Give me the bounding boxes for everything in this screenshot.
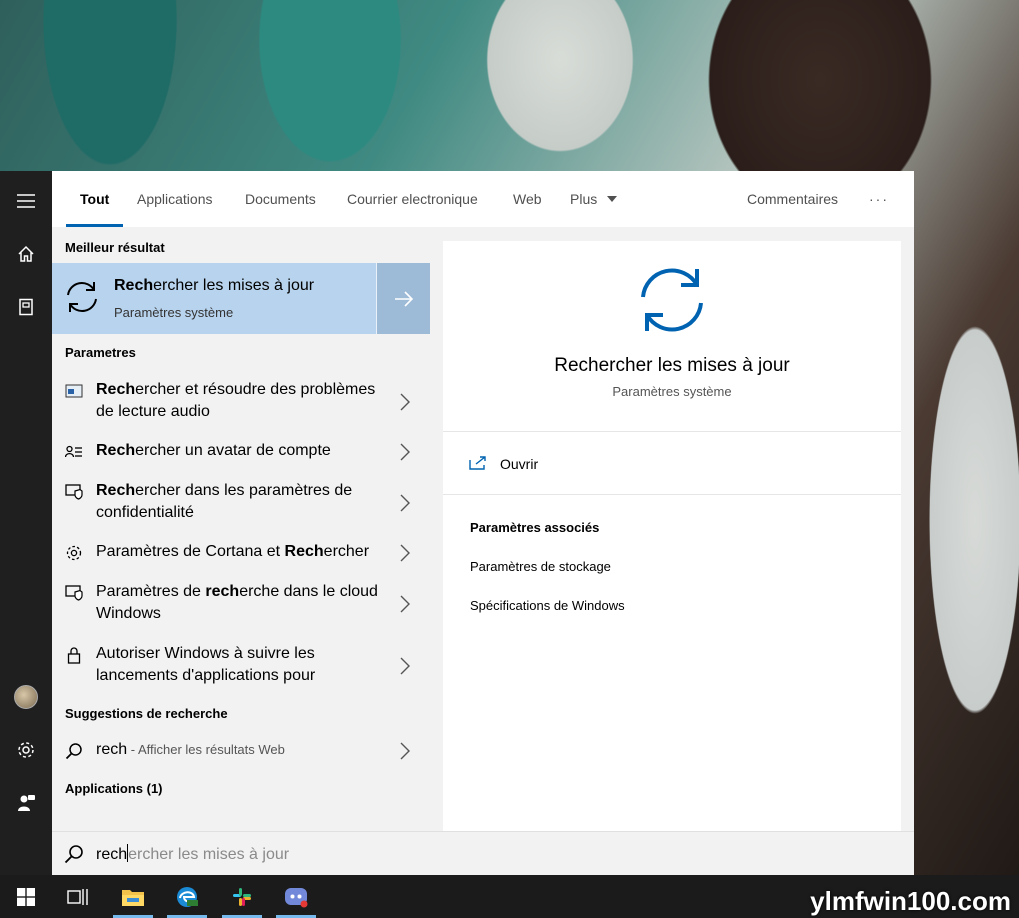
preview-subtitle: Paramètres système	[612, 384, 732, 399]
search-box[interactable]: rechercher les mises à jour	[52, 831, 914, 876]
best-result-item[interactable]: Rechercher les mises à jour Paramètres s…	[52, 263, 430, 334]
hamburger-menu-icon[interactable]	[0, 183, 52, 219]
slack-icon[interactable]	[218, 875, 266, 918]
chevron-right-icon	[398, 441, 412, 463]
taskbar: ylmfwin100.com	[0, 875, 1019, 918]
best-result-title-match: Rech	[114, 277, 154, 294]
suggestion-hint: - Afficher les résultats Web	[127, 742, 285, 757]
sync-icon	[635, 263, 709, 341]
best-result-open-button[interactable]	[376, 263, 430, 334]
list-item-text-match: Rech	[96, 381, 136, 398]
list-item[interactable]: Rechercher et résoudre des problèmes de …	[52, 379, 430, 425]
arrow-right-icon	[394, 290, 413, 307]
preview-header: Rechercher les mises à jour Paramètres s…	[443, 241, 901, 432]
tab-applications[interactable]: Applications	[137, 171, 213, 227]
list-item-text-post: ercher dans les paramètres de confidenti…	[96, 482, 353, 521]
feedback-person-icon[interactable]	[0, 785, 52, 821]
file-explorer-icon[interactable]	[109, 875, 157, 918]
section-title-settings: Parametres	[65, 345, 136, 360]
best-result-subtitle: Paramètres système	[114, 305, 234, 320]
chevron-right-icon	[398, 391, 412, 413]
search-tabs-bar: Tout Applications Documents Courrier ele…	[52, 171, 914, 227]
related-link-storage[interactable]: Paramètres de stockage	[470, 559, 611, 574]
open-action[interactable]: Ouvrir	[443, 432, 901, 495]
discord-icon[interactable]	[272, 875, 320, 918]
list-item-text-post: ercher	[323, 543, 370, 560]
chevron-right-icon	[398, 492, 412, 514]
tab-more-label: Plus	[570, 191, 598, 207]
list-item-text-pre: Paramètres de	[96, 583, 206, 600]
list-item[interactable]: Autoriser Windows à suivre les lancement…	[52, 643, 430, 689]
more-options-button[interactable]: ···	[869, 171, 889, 227]
search-icon	[64, 844, 84, 868]
best-result-title-rest: ercher les mises à jour	[153, 277, 315, 294]
tab-all[interactable]: Tout	[65, 171, 124, 227]
shield-icon	[64, 482, 84, 502]
related-title: Paramètres associés	[470, 520, 600, 535]
suggestion-label: rech - Afficher les résultats Web	[96, 739, 394, 761]
account-icon	[64, 442, 84, 462]
chevron-right-icon	[398, 740, 412, 762]
chevron-right-icon	[398, 542, 412, 564]
feedback-link[interactable]: Commentaires	[747, 171, 838, 227]
tab-documents[interactable]: Documents	[245, 171, 316, 227]
list-item-label: Rechercher un avatar de compte	[96, 440, 394, 462]
avatar[interactable]	[0, 679, 52, 715]
chevron-right-icon	[398, 655, 412, 677]
search-typed-text: rech	[96, 846, 128, 863]
task-view-icon[interactable]	[54, 875, 102, 918]
gear-icon	[64, 543, 84, 563]
list-item-label: Rechercher dans les paramètres de confid…	[96, 480, 394, 524]
troubleshoot-icon	[64, 381, 84, 401]
related-link-windows-specs[interactable]: Spécifications de Windows	[470, 598, 625, 613]
search-window: Tout Applications Documents Courrier ele…	[52, 171, 914, 876]
notebook-icon[interactable]	[0, 289, 52, 325]
section-title-best: Meilleur résultat	[65, 240, 165, 255]
list-item-text-post: ercher et résoudre des problèmes de lect…	[96, 381, 376, 420]
search-input[interactable]: rechercher les mises à jour	[96, 844, 289, 864]
windows-start-icon[interactable]	[2, 875, 50, 918]
best-result-title: Rechercher les mises à jour	[114, 277, 314, 295]
list-item-text-post: ercher un avatar de compte	[135, 442, 331, 459]
list-item-text-match: Rech	[284, 543, 324, 560]
suggestion-query: rech	[96, 741, 128, 758]
list-item-label: Rechercher et résoudre des problèmes de …	[96, 379, 394, 423]
tab-more[interactable]: Plus	[570, 171, 618, 227]
list-item[interactable]: Paramètres de Cortana et Rechercher	[52, 541, 430, 565]
caret-down-icon	[607, 196, 618, 202]
tab-email[interactable]: Courrier electronique	[347, 171, 478, 227]
tab-web[interactable]: Web	[513, 171, 542, 227]
list-item-text-match: rech	[205, 583, 240, 600]
list-item-label: Autoriser Windows à suivre les lancement…	[96, 643, 394, 687]
open-label: Ouvrir	[500, 456, 539, 472]
list-item[interactable]: Rechercher un avatar de compte	[52, 440, 430, 464]
list-item[interactable]: Rechercher dans les paramètres de confid…	[52, 480, 430, 526]
list-item-text-pre: Autoriser Windows à suivre les lancement…	[96, 645, 316, 684]
preview-pane: Rechercher les mises à jour Paramètres s…	[443, 241, 901, 831]
gear-icon[interactable]	[0, 732, 52, 768]
search-suggestion-item[interactable]: rech - Afficher les résultats Web	[52, 739, 430, 763]
watermark-logo: ylmfwin100.com	[810, 886, 1011, 916]
results-list: Meilleur résultat Rechercher les mises à…	[52, 227, 430, 831]
section-title-suggestions: Suggestions de recherche	[65, 706, 228, 721]
home-icon[interactable]	[0, 236, 52, 272]
open-external-icon	[469, 455, 487, 474]
list-item-label: Paramètres de Cortana et Rechercher	[96, 541, 394, 563]
search-autocomplete-text: ercher les mises à jour	[128, 846, 290, 863]
list-item-text-match: Rech	[96, 482, 136, 499]
list-item-text-match: Rech	[96, 442, 136, 459]
list-item-text-pre: Paramètres de Cortana et	[96, 543, 285, 560]
sync-icon	[64, 279, 100, 319]
list-item-label: Paramètres de recherche dans le cloud Wi…	[96, 581, 394, 625]
shield-icon	[64, 583, 84, 603]
chevron-right-icon	[398, 593, 412, 615]
start-left-rail	[0, 171, 52, 875]
edge-dev-icon[interactable]	[163, 875, 211, 918]
search-icon	[64, 741, 84, 761]
section-title-apps: Applications (1)	[65, 781, 163, 796]
preview-title: Rechercher les mises à jour	[554, 355, 790, 376]
list-item[interactable]: Paramètres de recherche dans le cloud Wi…	[52, 581, 430, 627]
lock-icon	[64, 645, 84, 665]
